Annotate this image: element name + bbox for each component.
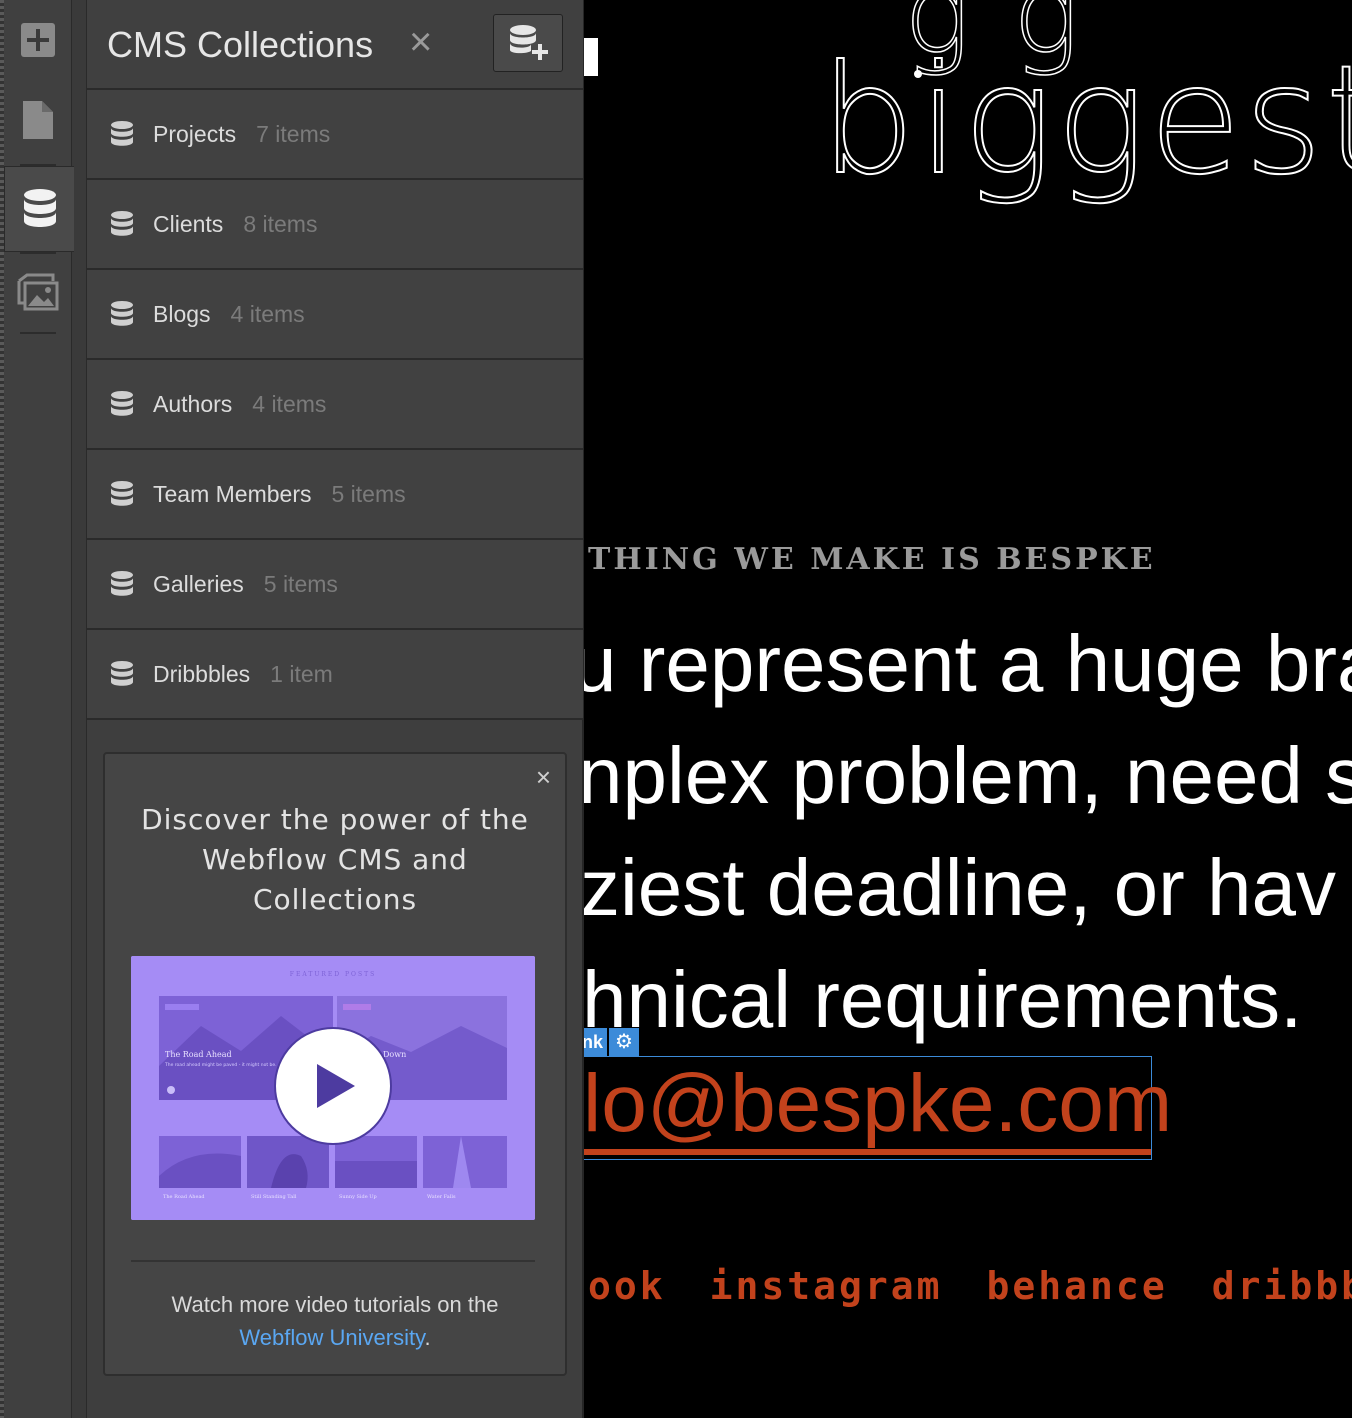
- database-icon: [109, 659, 135, 689]
- promo-title: Discover the power of the Webflow CMS an…: [141, 803, 529, 916]
- designer-canvas[interactable]: g g biggest p THING WE MAKE IS BESPKE u …: [584, 0, 1352, 1418]
- close-icon[interactable]: ×: [409, 22, 432, 62]
- social-link-behance[interactable]: behance: [987, 1264, 1168, 1308]
- video-post-title: The Road Ahead: [165, 1050, 232, 1059]
- body-line-4[interactable]: hnical requirements.: [584, 960, 1302, 1040]
- add-collection-icon: [510, 25, 548, 60]
- collection-item[interactable]: Projects 7 items: [87, 90, 583, 180]
- gear-icon[interactable]: ⚙: [609, 1028, 640, 1056]
- element-label-tag[interactable]: nk ⚙: [584, 1028, 640, 1056]
- body-line-2[interactable]: nplex problem, need s: [584, 736, 1352, 816]
- collection-item[interactable]: Dribbbles 1 item: [87, 630, 583, 720]
- left-toolbar: [0, 0, 86, 1418]
- database-icon: [109, 209, 135, 239]
- video-post-title-2: Down: [383, 1050, 406, 1059]
- close-icon[interactable]: ×: [536, 764, 551, 790]
- collection-name: Galleries: [153, 570, 244, 597]
- add-panel-button[interactable]: [4, 0, 72, 80]
- cms-promo-card: × Discover the power of the Webflow CMS …: [103, 752, 567, 1376]
- collection-count: 5 items: [331, 480, 406, 507]
- collection-name: Clients: [153, 210, 224, 237]
- database-icon: [109, 569, 135, 599]
- collection-name: Blogs: [153, 300, 211, 327]
- webflow-university-link[interactable]: Webflow University: [239, 1325, 424, 1350]
- play-icon: [274, 1027, 392, 1145]
- thumb-caption: Water Falls: [427, 1194, 456, 1200]
- collection-count: 4 items: [252, 390, 327, 417]
- collection-item[interactable]: Blogs 4 items: [87, 270, 583, 360]
- email-underline: [584, 1149, 1151, 1155]
- social-link-instagram[interactable]: instagram: [710, 1264, 943, 1308]
- database-icon: [109, 479, 135, 509]
- collection-name: Dribbbles: [153, 660, 251, 687]
- collection-item[interactable]: Authors 4 items: [87, 360, 583, 450]
- promo-footer: Watch more video tutorials on the Webflo…: [125, 1288, 545, 1354]
- element-type-label: nk: [584, 1028, 608, 1056]
- collection-count: 4 items: [230, 300, 305, 327]
- video-heading: FEATURED POSTS: [290, 971, 376, 978]
- pages-panel-button[interactable]: [4, 80, 72, 160]
- database-icon: [109, 119, 135, 149]
- collection-item[interactable]: Galleries 5 items: [87, 540, 583, 630]
- assets-icon: [17, 273, 59, 311]
- panel-title: CMS Collections: [107, 24, 374, 65]
- body-line-3[interactable]: ziest deadline, or hav: [584, 848, 1336, 928]
- video-thumbnail[interactable]: FEATURED POSTS The Road Ahead The road a…: [131, 956, 535, 1220]
- collection-item[interactable]: Clients 8 items: [87, 180, 583, 270]
- hero-heading[interactable]: biggest p: [819, 45, 1352, 197]
- collection-count: 7 items: [256, 120, 331, 147]
- body-line-1[interactable]: u represent a huge bra: [584, 624, 1352, 704]
- video-post-desc: The road ahead might be paved - it might…: [164, 1062, 277, 1068]
- selected-element-edge: [584, 38, 598, 76]
- cms-collections-panel: CMS Collections × Projects 7 items Clients…: [86, 0, 584, 1418]
- social-link-dribbble[interactable]: dribbbl: [1212, 1264, 1352, 1308]
- collection-count: 1 item: [270, 660, 333, 687]
- add-icon: [21, 23, 55, 57]
- assets-panel-button[interactable]: [4, 252, 72, 332]
- collection-name: Projects: [153, 120, 237, 147]
- thumb-caption: Sunny Side Up: [339, 1194, 377, 1200]
- video-preview-graphic: FEATURED POSTS The Road Ahead The road a…: [131, 956, 535, 1220]
- promo-footer-period: .: [424, 1325, 431, 1350]
- cms-database-icon: [23, 189, 56, 227]
- rail-divider: [20, 332, 56, 334]
- collection-name: Team Members: [153, 480, 312, 507]
- collection-name: Authors: [153, 390, 233, 417]
- database-icon: [109, 299, 135, 329]
- add-collection-button[interactable]: [493, 14, 563, 72]
- collection-item[interactable]: Team Members 5 items: [87, 450, 583, 540]
- thumb-caption: Still Standing Tall: [251, 1194, 297, 1200]
- collection-count: 5 items: [263, 570, 338, 597]
- email-link[interactable]: lo@bespke.com: [584, 1063, 1172, 1145]
- database-icon: [109, 389, 135, 419]
- promo-footer-text: Watch more video tutorials on the: [171, 1292, 499, 1317]
- social-link-facebook[interactable]: ook: [588, 1264, 666, 1308]
- thumb-caption: The Road Ahead: [163, 1194, 205, 1200]
- cms-panel-button[interactable]: [4, 166, 74, 252]
- promo-divider: [131, 1260, 535, 1262]
- email-link-selection[interactable]: lo@bespke.com: [584, 1056, 1172, 1160]
- pages-icon: [23, 101, 53, 139]
- panel-header: CMS Collections ×: [87, 0, 583, 90]
- social-links: ook instagram behance dribbbl: [588, 1264, 1352, 1308]
- section-eyebrow[interactable]: THING WE MAKE IS BESPKE: [588, 542, 1156, 577]
- collection-count: 8 items: [243, 210, 318, 237]
